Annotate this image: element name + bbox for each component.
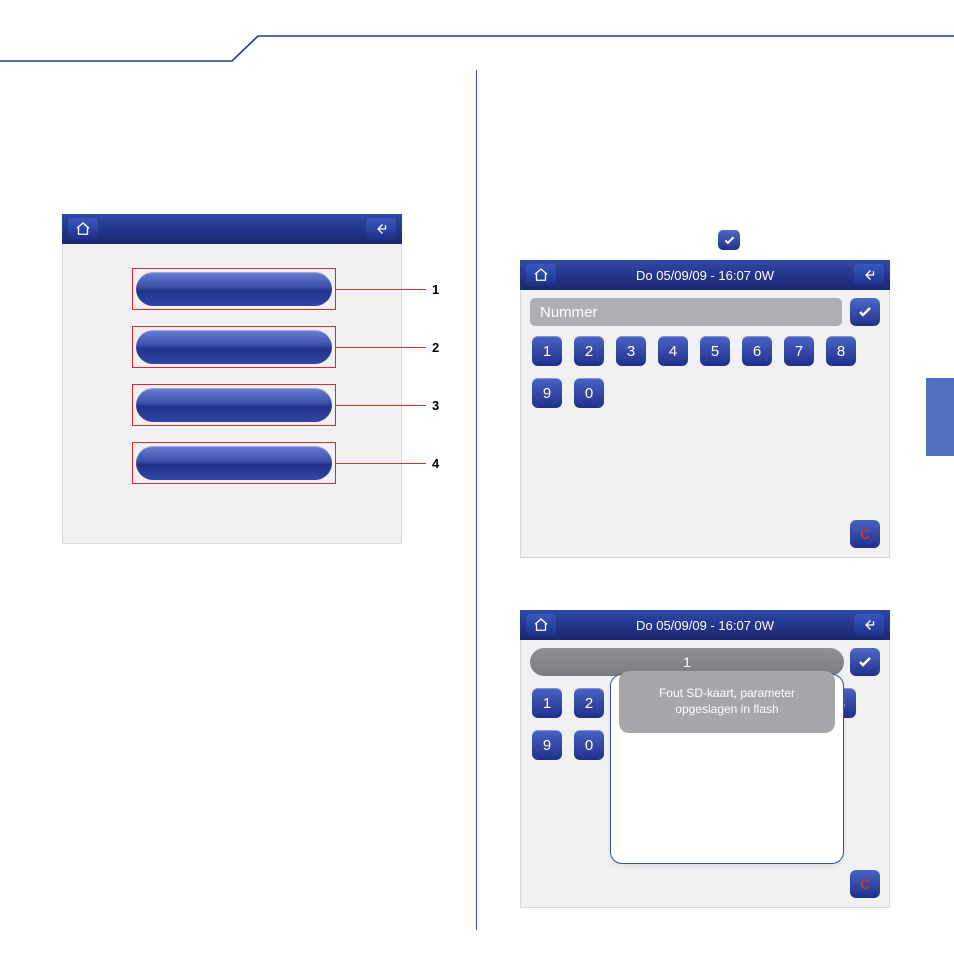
callout-1-num: 1 <box>432 282 439 297</box>
titlebar-datetime: Do 05/09/09 - 16:07 0W <box>558 618 852 633</box>
home-button[interactable] <box>68 218 98 240</box>
titlebar <box>62 214 402 244</box>
back-button[interactable] <box>854 614 884 636</box>
key-5[interactable]: 5 <box>700 336 730 366</box>
sd-error-text: Fout SD-kaart, parameter opgeslagen in f… <box>619 671 835 733</box>
key-6[interactable]: 6 <box>742 336 772 366</box>
option-button-1[interactable] <box>136 272 332 306</box>
screen-keypad-nummer: Do 05/09/09 - 16:07 0W Nummer 1 2 3 4 5 … <box>520 260 890 558</box>
sd-error-dialog: Fout SD-kaart, parameter opgeslagen in f… <box>610 674 844 864</box>
callout-4-num: 4 <box>432 456 439 471</box>
titlebar: Do 05/09/09 - 16:07 0W <box>520 610 890 640</box>
screen-keypad-sd-error: Do 05/09/09 - 16:07 0W 1 1 2 3 4 5 6 7 8… <box>520 610 890 908</box>
titlebar-datetime: Do 05/09/09 - 16:07 0W <box>558 268 852 283</box>
callout-1-line <box>336 289 426 290</box>
screen-save-menu <box>62 214 402 544</box>
key-2[interactable]: 2 <box>574 336 604 366</box>
callout-4-line <box>336 463 426 464</box>
key-8[interactable]: 8 <box>826 336 856 366</box>
key-row-2: 9 0 <box>520 378 890 408</box>
key-4[interactable]: 4 <box>658 336 688 366</box>
callout-2-line <box>336 347 426 348</box>
key-0[interactable]: 0 <box>574 378 604 408</box>
home-button[interactable] <box>526 264 556 286</box>
confirm-icon-inline <box>718 230 740 250</box>
option-button-3[interactable] <box>136 388 332 422</box>
decorative-top-line <box>0 32 954 62</box>
numeric-input[interactable]: Nummer <box>530 298 842 326</box>
option-button-2[interactable] <box>136 330 332 364</box>
key-2[interactable]: 2 <box>574 688 604 718</box>
home-button[interactable] <box>526 614 556 636</box>
clear-button[interactable]: C <box>850 520 880 548</box>
key-row-1: 1 2 3 4 5 6 7 8 <box>520 336 890 366</box>
option-button-4[interactable] <box>136 446 332 480</box>
callout-4-box <box>132 442 336 484</box>
clear-button[interactable]: C <box>850 870 880 898</box>
callout-3-box <box>132 384 336 426</box>
key-0[interactable]: 0 <box>574 730 604 760</box>
titlebar: Do 05/09/09 - 16:07 0W <box>520 260 890 290</box>
confirm-button[interactable] <box>850 298 880 326</box>
vertical-separator <box>476 70 477 930</box>
key-7[interactable]: 7 <box>784 336 814 366</box>
back-button[interactable] <box>854 264 884 286</box>
key-1[interactable]: 1 <box>532 336 562 366</box>
side-tab-marker <box>926 378 954 456</box>
confirm-button[interactable] <box>850 648 880 676</box>
callout-3-num: 3 <box>432 398 439 413</box>
key-9[interactable]: 9 <box>532 378 562 408</box>
back-button[interactable] <box>366 218 396 240</box>
callout-2-num: 2 <box>432 340 439 355</box>
key-1[interactable]: 1 <box>532 688 562 718</box>
key-9[interactable]: 9 <box>532 730 562 760</box>
callout-1-box <box>132 268 336 310</box>
key-3[interactable]: 3 <box>616 336 646 366</box>
callout-3-line <box>336 405 426 406</box>
callout-2-box <box>132 326 336 368</box>
